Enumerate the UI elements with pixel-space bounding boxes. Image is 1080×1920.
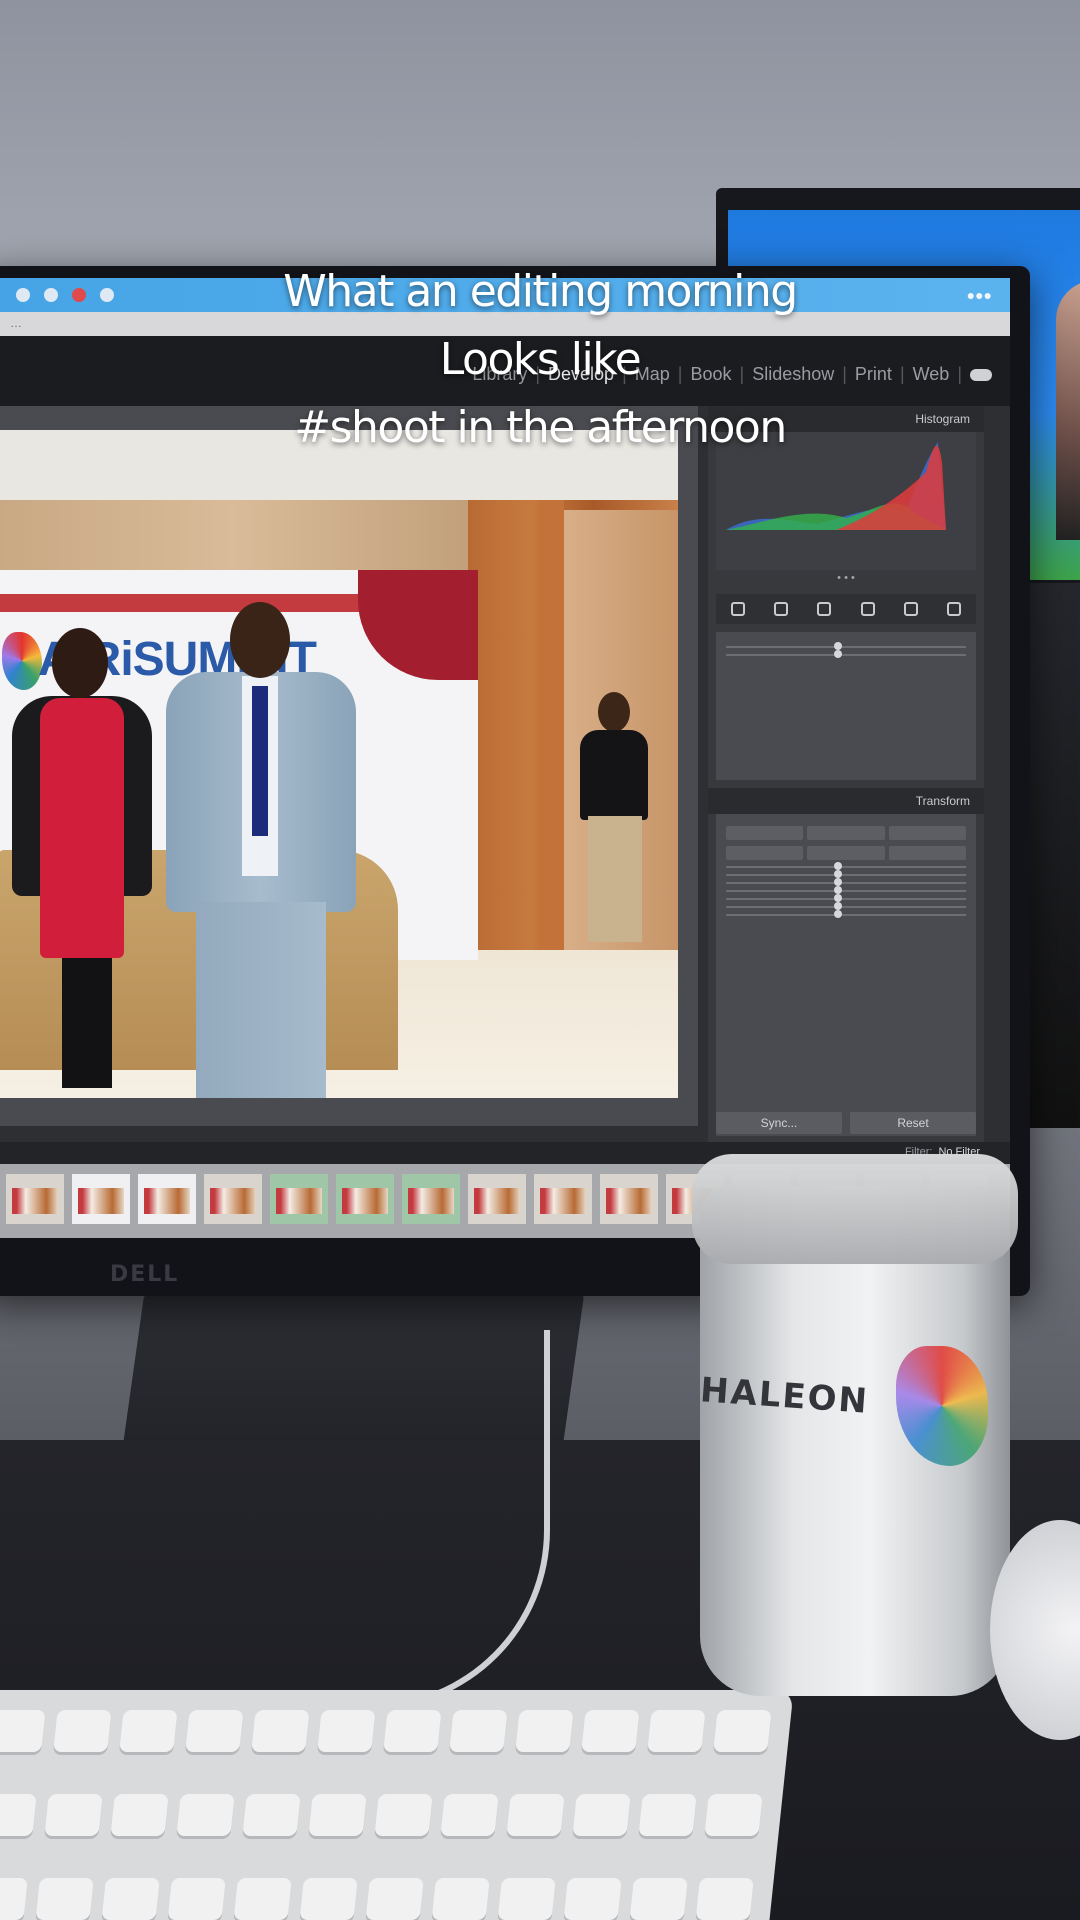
filmstrip-thumbnail[interactable] bbox=[72, 1174, 130, 1224]
upright-buttons[interactable] bbox=[726, 826, 966, 840]
healing-icon[interactable] bbox=[817, 602, 832, 616]
filmstrip-thumbnail[interactable] bbox=[270, 1174, 328, 1224]
mug-lid bbox=[692, 1154, 1018, 1264]
panel-buttons: Sync... Reset bbox=[716, 1112, 976, 1134]
transform-slider[interactable] bbox=[726, 878, 966, 886]
keyboard bbox=[0, 1690, 794, 1920]
filmstrip-thumbnail[interactable] bbox=[138, 1174, 196, 1224]
filmstrip-thumbnail[interactable] bbox=[402, 1174, 460, 1224]
transform-slider[interactable] bbox=[726, 862, 966, 870]
photo-marble-wall bbox=[0, 500, 468, 570]
monitor-brand-logo: DELL bbox=[110, 1262, 180, 1287]
transform-header[interactable]: Transform bbox=[708, 788, 984, 814]
sync-button[interactable]: Sync... bbox=[716, 1112, 842, 1134]
transform-slider[interactable] bbox=[726, 894, 966, 902]
man-in-grey-suit bbox=[166, 602, 356, 1098]
banner-swoosh bbox=[358, 570, 478, 680]
transform-section bbox=[716, 814, 976, 1136]
transform-slider[interactable] bbox=[726, 870, 966, 878]
caption-line-2: Looks like bbox=[439, 334, 642, 385]
edit-sliders-icon[interactable] bbox=[730, 602, 745, 616]
filmstrip-thumbnail[interactable] bbox=[600, 1174, 658, 1224]
photo-pillar bbox=[538, 500, 564, 980]
keyboard-keys bbox=[0, 1710, 772, 1920]
filmstrip-thumbnail[interactable] bbox=[6, 1174, 64, 1224]
reset-button[interactable]: Reset bbox=[850, 1112, 976, 1134]
settings-icon[interactable] bbox=[947, 602, 962, 616]
filmstrip-thumbnail[interactable] bbox=[468, 1174, 526, 1224]
mug-brand-text: HALEON bbox=[698, 1370, 871, 1422]
transform-slider[interactable] bbox=[726, 910, 966, 918]
photo-viewer[interactable]: AfRiSUMMIT bbox=[0, 406, 698, 1126]
filmstrip-thumbnail[interactable] bbox=[534, 1174, 592, 1224]
slider-row[interactable] bbox=[726, 642, 966, 650]
crop-icon[interactable] bbox=[773, 602, 788, 616]
upright-buttons-2[interactable] bbox=[726, 846, 966, 860]
story-caption: What an editing morning Looks like #shoo… bbox=[0, 258, 1080, 462]
red-eye-icon[interactable] bbox=[860, 602, 875, 616]
filmstrip-thumbnail[interactable] bbox=[336, 1174, 394, 1224]
lens-correction-section bbox=[716, 632, 976, 780]
transform-slider[interactable] bbox=[726, 886, 966, 894]
woman-in-red-dress bbox=[12, 628, 152, 1098]
caption-line-3: #shoot in the afternoon bbox=[294, 402, 787, 453]
caption-line-1: What an editing morning bbox=[283, 266, 798, 317]
transform-slider[interactable] bbox=[726, 902, 966, 910]
event-photo[interactable]: AfRiSUMMIT bbox=[0, 430, 678, 1098]
histogram-readout: • • • bbox=[837, 572, 855, 584]
masking-icon[interactable] bbox=[903, 602, 918, 616]
man-walking-background bbox=[574, 692, 654, 952]
travel-mug: HALEON bbox=[692, 1154, 1018, 1696]
slider-row[interactable] bbox=[726, 650, 966, 658]
mug-africa-graphic bbox=[896, 1346, 988, 1466]
filmstrip-thumbnail[interactable] bbox=[204, 1174, 262, 1224]
develop-tool-strip bbox=[716, 594, 976, 624]
develop-right-panel: Histogram • • • Transform Sync... Reset bbox=[708, 406, 984, 1142]
